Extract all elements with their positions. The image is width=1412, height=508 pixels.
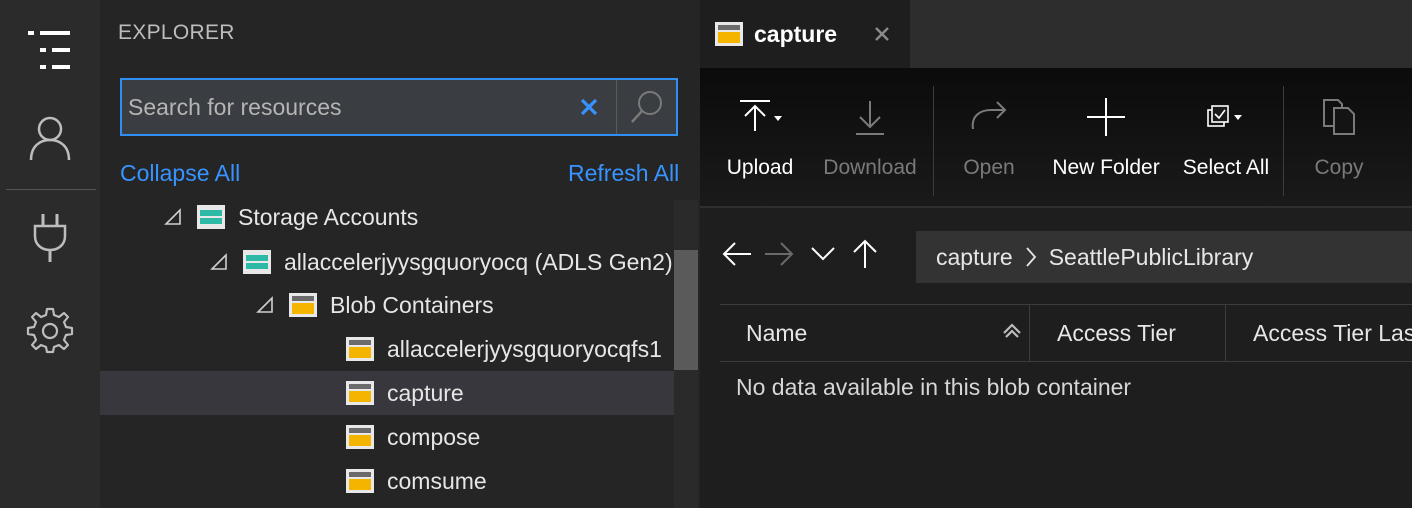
activity-separator (6, 189, 96, 190)
breadcrumb-item[interactable]: SeattlePublicLibrary (1049, 244, 1254, 271)
collapse-all-link[interactable]: Collapse All (120, 160, 240, 187)
explorer-activity-button[interactable] (0, 12, 100, 88)
expanded-arrow-icon[interactable] (254, 294, 276, 316)
sort-chevron-up-icon (1002, 323, 1022, 339)
blob-container-icon (288, 292, 318, 318)
tab-capture[interactable]: capture (700, 0, 910, 68)
breadcrumb-item[interactable]: capture (936, 244, 1013, 271)
storage-account-icon (242, 249, 272, 275)
copy-label: Copy (1314, 156, 1364, 179)
forward-button[interactable] (762, 234, 796, 274)
search-input[interactable] (128, 80, 568, 134)
person-icon (29, 116, 71, 161)
gear-icon (26, 307, 74, 354)
select-all-label: Select All (1182, 156, 1270, 179)
tree-node-label: compose (387, 423, 481, 450)
tab-title: capture (754, 20, 838, 47)
empty-state-message: No data available in this blob container (736, 374, 1132, 400)
back-button[interactable] (720, 234, 754, 274)
scrollbar-thumb[interactable] (674, 250, 698, 370)
copy-button[interactable]: Copy (1312, 88, 1366, 188)
refresh-all-link[interactable]: Refresh All (568, 160, 679, 187)
tree-node-blob-containers[interactable]: Blob Containers (100, 283, 674, 327)
upload-button[interactable]: Upload (724, 88, 796, 188)
column-header-access-tier[interactable]: Access Tier (1057, 305, 1225, 361)
download-label: Download (823, 156, 917, 179)
column-label: Access Tier (1057, 319, 1176, 346)
tree-node-label: comsume (387, 467, 487, 494)
tree-node-storage-account[interactable]: allaccelerjyysgquoryocq (ADLS Gen2) (100, 240, 674, 284)
explorer-list-icon (28, 31, 70, 69)
breadcrumb: capture SeattlePublicLibrary (916, 231, 1412, 283)
up-button[interactable] (848, 234, 882, 274)
storage-account-icon (196, 204, 226, 230)
blob-container-icon (345, 336, 375, 362)
editor-area: capture Upload Download Open New Folder … (700, 0, 1412, 508)
history-dropdown-button[interactable] (806, 234, 840, 274)
new-folder-label: New Folder (1052, 156, 1160, 179)
account-activity-button[interactable] (0, 100, 100, 176)
tab-close-button[interactable] (868, 20, 896, 48)
tree-node-container[interactable]: comsume (100, 459, 674, 503)
search-icon (630, 91, 662, 123)
column-divider[interactable] (1225, 305, 1226, 361)
tree-node-label: capture (387, 379, 464, 406)
chevron-right-icon (1025, 246, 1037, 268)
blob-container-icon (345, 424, 375, 450)
tree-node-container[interactable]: allaccelerjyysgquoryocqfs1 (100, 327, 674, 371)
tree-node-container-selected[interactable]: capture (100, 371, 674, 415)
download-button[interactable]: Download (820, 88, 920, 188)
column-header-name[interactable]: Name (746, 305, 1028, 361)
arrow-left-icon (722, 242, 751, 266)
close-icon (875, 27, 889, 41)
column-header-access-tier-last-modified[interactable]: Access Tier Last Modified (1253, 305, 1412, 361)
close-icon (580, 98, 598, 116)
tree-node-storage-accounts[interactable]: Storage Accounts (100, 195, 674, 239)
arrow-up-icon (853, 239, 877, 268)
upload-icon (740, 100, 782, 131)
blob-container-icon (345, 468, 375, 494)
select-all-icon (1207, 105, 1242, 127)
activity-bar (0, 0, 100, 508)
tree-node-label: allaccelerjyysgquoryocq (ADLS Gen2) (284, 248, 673, 275)
open-button[interactable]: Open (958, 88, 1020, 188)
new-folder-button[interactable]: New Folder (1050, 88, 1162, 188)
navigation-bar: capture SeattlePublicLibrary (700, 210, 1412, 304)
column-divider[interactable] (1029, 305, 1030, 361)
expanded-arrow-icon[interactable] (208, 251, 230, 273)
tab-bar: capture (700, 0, 1412, 68)
explorer-panel: EXPLORER Collapse All Refresh All (100, 0, 700, 508)
connect-activity-button[interactable] (0, 200, 100, 276)
search-button[interactable] (616, 80, 676, 134)
column-label: Access Tier Last Modified (1253, 319, 1412, 346)
copy-icon (1323, 99, 1355, 135)
redo-arrow-icon (971, 101, 1007, 130)
search-box (120, 78, 678, 136)
blob-container-icon (345, 380, 375, 406)
download-icon (856, 101, 884, 135)
open-label: Open (963, 156, 1015, 179)
blob-container-icon (714, 21, 744, 47)
toolbar: Upload Download Open New Folder Select A… (700, 68, 1412, 208)
upload-label: Upload (726, 156, 794, 179)
column-label: Name (746, 319, 808, 346)
chevron-down-icon (811, 247, 835, 261)
arrow-right-icon (765, 242, 794, 266)
plus-icon (1087, 98, 1125, 136)
explorer-title: EXPLORER (118, 21, 235, 44)
explorer-scrollbar[interactable] (674, 200, 698, 508)
tree-node-container[interactable]: compose (100, 415, 674, 459)
toolbar-separator (1283, 86, 1284, 196)
tree-node-label: Blob Containers (330, 291, 494, 318)
tree-node-label: allaccelerjyysgquoryocqfs1 (387, 335, 662, 362)
toolbar-separator (933, 86, 934, 196)
clear-search-button[interactable] (572, 90, 606, 124)
plug-icon (33, 214, 67, 262)
select-all-button[interactable]: Select All (1180, 88, 1272, 188)
tree-node-label: Storage Accounts (238, 203, 419, 230)
table-header: Name Access Tier Access Tier Last Modifi… (720, 304, 1412, 362)
expanded-arrow-icon[interactable] (162, 206, 184, 228)
settings-activity-button[interactable] (0, 292, 100, 368)
